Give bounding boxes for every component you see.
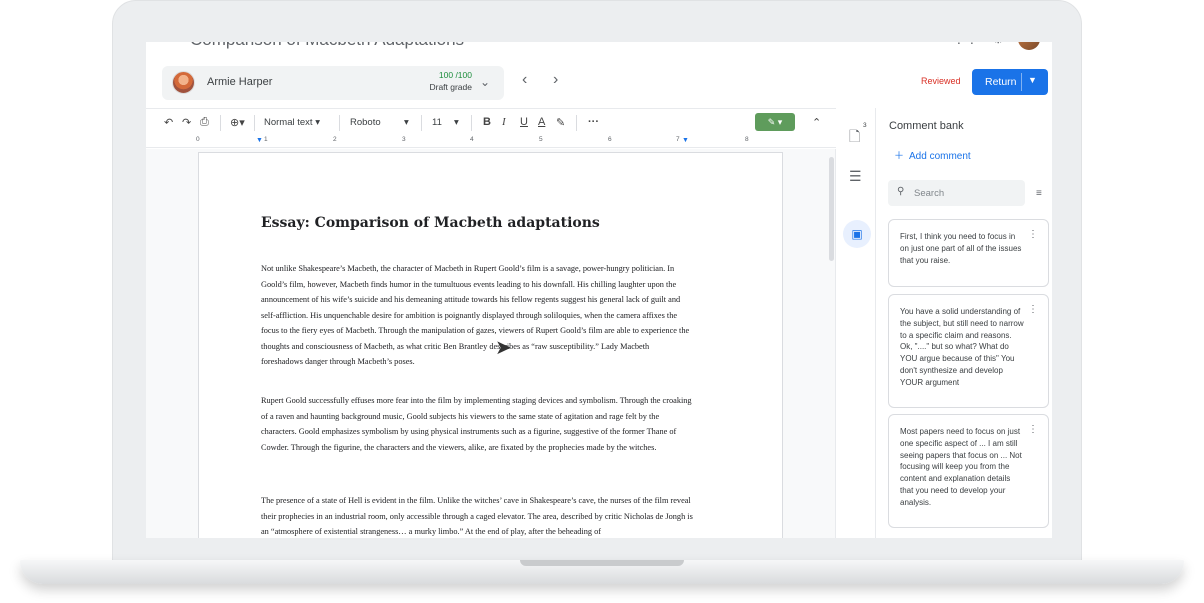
underline-icon[interactable]: U xyxy=(520,116,528,128)
font-dropdown-icon[interactable]: ▾ xyxy=(404,117,409,128)
comment-card[interactable]: You have a solid understanding of the su… xyxy=(888,294,1049,408)
plus-icon: ＋ xyxy=(894,151,904,162)
panel-title: Comment bank xyxy=(889,120,964,132)
highlight-icon[interactable]: ✎ xyxy=(556,116,565,129)
comment-text: You have a solid understanding of the su… xyxy=(900,307,1024,387)
grade-label: Draft grade xyxy=(429,82,472,92)
comment-icon[interactable]: ▭ xyxy=(926,42,938,47)
size-value: 11 xyxy=(432,117,442,128)
bold-icon[interactable]: B xyxy=(483,116,491,128)
toolbar-divider xyxy=(421,115,422,131)
next-student-icon[interactable]: › xyxy=(553,71,558,89)
redo-icon[interactable]: ↷ xyxy=(182,116,191,129)
search-input[interactable]: ⚲ Search xyxy=(888,180,1025,206)
toolbar-divider xyxy=(471,115,472,131)
top-icons: ▭ ⋮⋮ ⚙ xyxy=(926,42,1040,50)
right-indent-marker-icon[interactable]: ▼ xyxy=(682,137,689,144)
editor-toolbar: ↶ ↷ ⎙ ⊕▾ Normal text ▾ Roboto ▾ 11 ▾ B I… xyxy=(146,108,836,136)
comment-bank-icon[interactable]: ▣ xyxy=(843,220,871,248)
mouse-cursor-icon: ➤ xyxy=(495,337,512,359)
sort-icon[interactable]: ≡ xyxy=(1036,188,1042,199)
size-dropdown-icon[interactable]: ▾ xyxy=(454,117,459,128)
add-comment-label: Add comment xyxy=(909,151,971,162)
laptop-notch xyxy=(520,560,684,566)
ruler-tick: 3 xyxy=(402,136,406,143)
size-select[interactable]: 11 xyxy=(432,117,442,128)
ruler-tick: 0 xyxy=(196,136,200,143)
toolbar-divider xyxy=(339,115,340,131)
comment-bank-panel: Comment bank ＋ Add comment ⚲ Search ≡ Fi… xyxy=(875,108,1052,538)
comment-card[interactable]: Most papers need to focus on just one sp… xyxy=(888,414,1049,528)
zoom-icon[interactable]: ⊕▾ xyxy=(230,116,245,129)
ruler-tick: 4 xyxy=(470,136,474,143)
settings-icon[interactable]: ⚙ xyxy=(992,42,1004,47)
edit-mode-icon[interactable]: ✎ ▾ xyxy=(755,113,795,131)
return-divider xyxy=(1021,73,1022,91)
status-badge: Reviewed xyxy=(921,76,961,86)
more-vert-icon[interactable]: ⋮ xyxy=(1028,424,1038,435)
app-title: Comparison of Macbeth Adaptations xyxy=(190,42,464,50)
document-title: Essay: Comparison of Macbeth adaptations xyxy=(261,215,600,231)
document-page[interactable]: Essay: Comparison of Macbeth adaptations… xyxy=(198,152,783,538)
student-avatar xyxy=(172,71,195,94)
document-badge: 3 xyxy=(863,122,867,129)
left-indent-marker-icon[interactable]: ▼ xyxy=(256,137,263,144)
ruler-tick: 1 xyxy=(264,136,268,143)
font-select[interactable]: Roboto xyxy=(350,117,381,128)
grade-box[interactable]: 100 /100 Draft grade xyxy=(414,70,472,92)
return-button[interactable]: Return ▼ xyxy=(972,69,1048,95)
add-comment-button[interactable]: ＋ Add comment xyxy=(894,147,971,162)
italic-icon[interactable]: I xyxy=(502,116,506,128)
ruler-tick: 2 xyxy=(333,136,337,143)
apps-grid-icon[interactable]: ⋮⋮ xyxy=(952,42,978,47)
device-mockup: ‹ Comparison of Macbeth Adaptations ▭ ⋮⋮… xyxy=(0,0,1204,603)
style-select[interactable]: Normal text ▾ xyxy=(264,117,320,128)
comment-card[interactable]: First, I think you need to focus in on j… xyxy=(888,219,1049,287)
search-icon: ⚲ xyxy=(897,186,905,197)
ruler-tick: 8 xyxy=(745,136,749,143)
ruler-tick: 7 xyxy=(676,136,680,143)
previous-student-icon[interactable]: ‹ xyxy=(522,71,527,89)
side-rail: 🗋 3 ☰ ▣ xyxy=(838,108,876,538)
back-arrow-icon[interactable]: ‹ xyxy=(160,42,165,48)
collapse-toolbar-icon[interactable]: ⌃ xyxy=(812,116,821,129)
style-value: Normal text xyxy=(264,117,313,128)
print-icon[interactable]: ⎙ xyxy=(200,116,209,129)
toolbar-divider xyxy=(220,115,221,131)
account-avatar[interactable] xyxy=(1018,42,1040,50)
document-paragraph[interactable]: The presence of a state of Hell is evide… xyxy=(261,493,693,538)
comment-text: First, I think you need to focus in on j… xyxy=(900,232,1022,265)
comment-text: Most papers need to focus on just one sp… xyxy=(900,427,1022,507)
document-icon[interactable]: 🗋 xyxy=(849,126,860,150)
document-canvas: Essay: Comparison of Macbeth adaptations… xyxy=(146,149,836,538)
student-name: Armie Harper xyxy=(207,76,273,88)
more-vert-icon[interactable]: ⋮ xyxy=(1028,304,1038,315)
screen: ‹ Comparison of Macbeth Adaptations ▭ ⋮⋮… xyxy=(146,42,1052,538)
toolbar-divider xyxy=(576,115,577,131)
chevron-down-icon[interactable]: ⌄ xyxy=(480,75,490,89)
return-label: Return xyxy=(985,76,1017,88)
undo-icon[interactable]: ↶ xyxy=(164,116,173,129)
ruler-tick: 6 xyxy=(608,136,612,143)
more-options-icon[interactable]: ··· xyxy=(588,116,599,128)
return-dropdown-icon[interactable]: ▼ xyxy=(1028,75,1037,85)
document-paragraph[interactable]: Not unlike Shakespeare’s Macbeth, the ch… xyxy=(261,261,693,370)
student-selector[interactable]: Armie Harper 100 /100 Draft grade ⌄ xyxy=(162,66,504,100)
ruler: 0 1 2 3 4 5 6 7 8 ▼ ▼ xyxy=(146,136,836,148)
rubric-icon[interactable]: ☰ xyxy=(849,168,862,185)
document-paragraph[interactable]: Rupert Goold successfully effuses more f… xyxy=(261,393,693,455)
toolbar-divider xyxy=(254,115,255,131)
vertical-scrollbar[interactable] xyxy=(829,157,834,261)
app-title-row: ‹ Comparison of Macbeth Adaptations ▭ ⋮⋮… xyxy=(146,42,1052,52)
ruler-tick: 5 xyxy=(539,136,543,143)
text-color-icon[interactable]: A xyxy=(538,116,545,128)
font-value: Roboto xyxy=(350,117,381,128)
more-vert-icon[interactable]: ⋮ xyxy=(1028,229,1038,240)
search-placeholder: Search xyxy=(914,188,945,199)
grade-score: 100 /100 xyxy=(438,70,472,80)
